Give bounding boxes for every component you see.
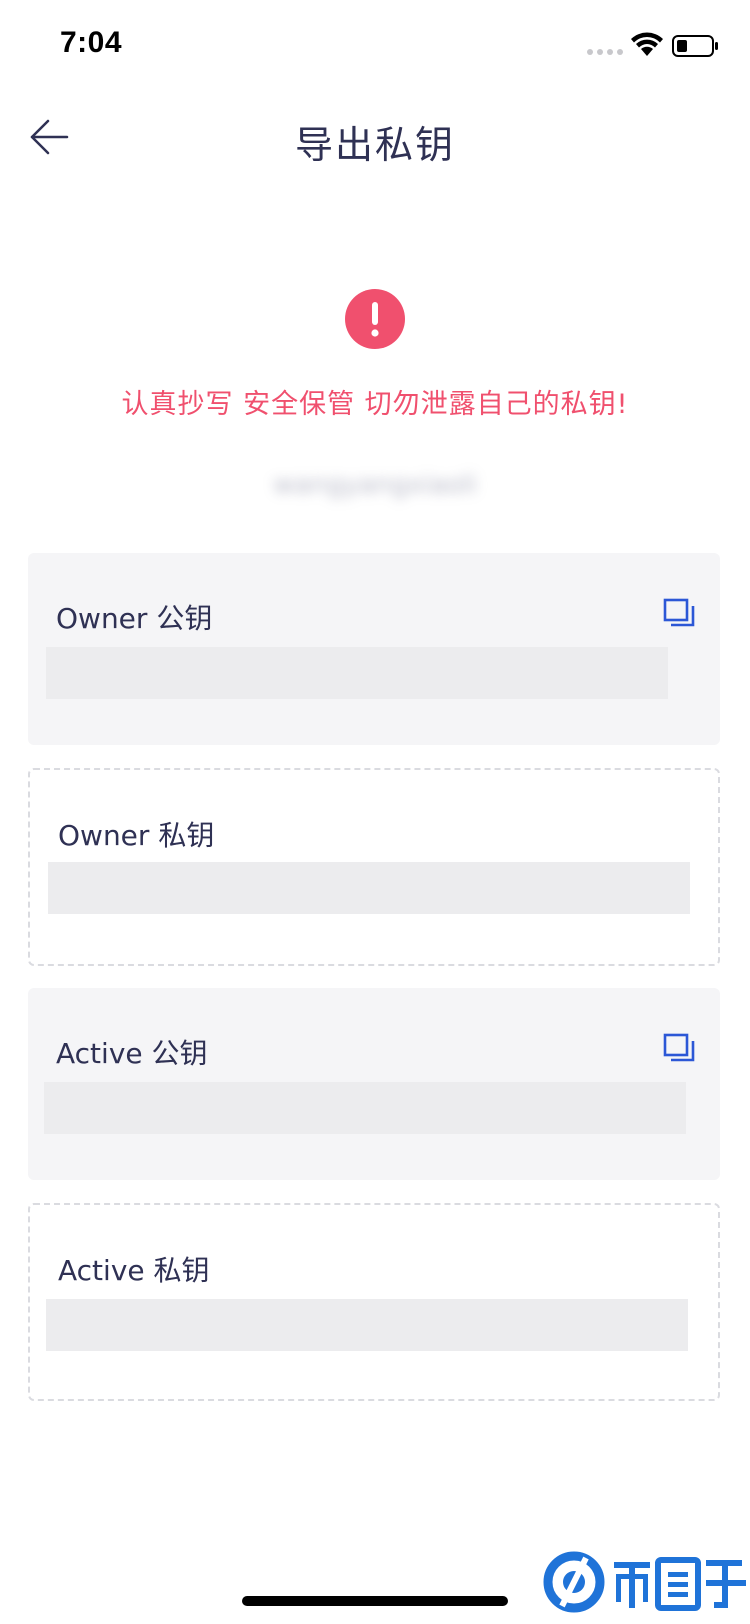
- nav-bar: 导出私钥: [0, 96, 750, 184]
- page-title: 导出私钥: [294, 123, 455, 167]
- active-private-key-value[interactable]: [46, 1299, 688, 1351]
- active-public-key-card: Active 公钥: [28, 988, 720, 1180]
- account-name: wangyangxiaoli: [273, 470, 477, 500]
- owner-private-key-value[interactable]: [48, 862, 690, 914]
- owner-private-key-label: Owner 私钥: [58, 819, 215, 852]
- home-indicator: [242, 1596, 508, 1606]
- active-public-key-label: Active 公钥: [56, 1037, 208, 1070]
- active-private-key-card: Active 私钥: [28, 1203, 720, 1401]
- owner-public-key-label: Owner 公钥: [56, 602, 213, 635]
- cellular-signal-icon: [587, 49, 623, 55]
- copy-icon[interactable]: [662, 1032, 696, 1066]
- status-bar: 7:04: [0, 0, 750, 90]
- watermark-logo: [543, 1551, 746, 1613]
- active-private-key-label: Active 私钥: [58, 1254, 210, 1287]
- exclamation-circle-icon: [345, 289, 405, 349]
- wifi-icon: [631, 32, 663, 56]
- warning-message: 认真抄写 安全保管 切勿泄露自己的私钥!: [121, 389, 629, 420]
- active-public-key-value[interactable]: [44, 1082, 686, 1134]
- owner-public-key-card: Owner 公钥: [28, 553, 720, 745]
- owner-public-key-value[interactable]: [46, 647, 668, 699]
- status-time: 7:04: [60, 26, 123, 59]
- owner-private-key-card: Owner 私钥: [28, 768, 720, 966]
- battery-icon: [672, 35, 718, 57]
- copy-icon[interactable]: [662, 597, 696, 631]
